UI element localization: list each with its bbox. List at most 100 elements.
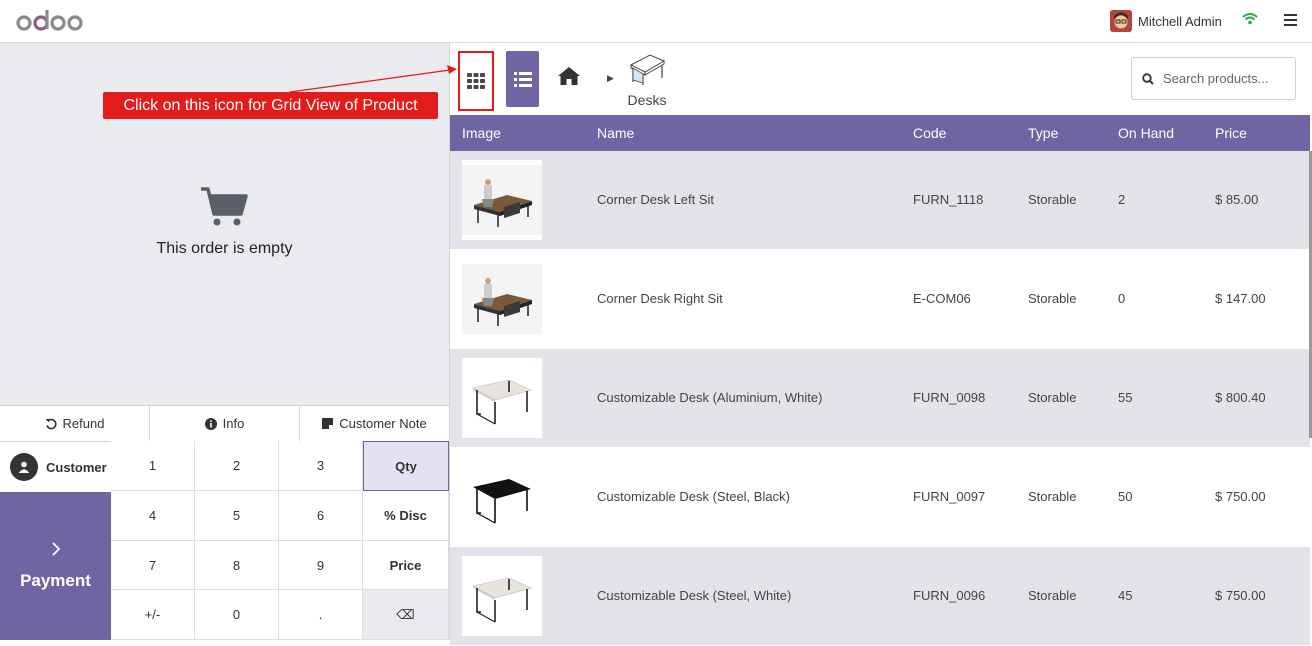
info-button[interactable]: Info [150,406,300,441]
product-type: Storable [1028,588,1077,603]
column-header-name: Name [597,125,635,141]
chevron-right-icon [51,542,60,556]
note-icon [322,418,334,429]
numpad-key-qty[interactable]: Qty [363,441,449,491]
column-header-price: Price [1215,125,1247,141]
product-code: FURN_1118 [913,192,984,207]
product-name: Customizable Desk (Steel, White) [597,588,792,603]
numpad-key-9[interactable]: 9 [279,541,363,590]
numpad-key-8[interactable]: 8 [195,541,279,590]
numpad-key-4[interactable]: 4 [111,491,195,541]
breadcrumb-label: Desks [627,92,667,108]
product-type: Storable [1028,390,1077,405]
product-type: Storable [1028,291,1077,306]
user-icon [10,453,38,481]
product-name: Customizable Desk (Aluminium, White) [597,390,823,405]
customer-label: Customer [46,459,107,475]
table-row[interactable]: Corner Desk Right Sit E-COM06 Storable 0 $ 1… [450,250,1310,349]
search-icon [1142,72,1154,85]
product-code: FURN_0098 [913,390,986,405]
product-name: Corner Desk Right Sit [597,291,723,306]
breadcrumb-desks[interactable]: Desks [622,52,672,108]
product-price: $ 85.00 [1215,192,1259,207]
product-image [462,259,542,339]
customer-note-button[interactable]: Customer Note [300,406,449,441]
wifi-icon [1242,13,1258,25]
product-price: $ 750.00 [1215,489,1266,504]
action-pad: Customer Payment 1 2 3 Qty 4 5 6% Disc 7 8 9 Price… [0,441,449,640]
desk-category-icon [629,54,666,85]
info-label: Info [222,416,245,431]
product-image [462,556,542,636]
product-table-body: Corner Desk Left Sit FURN_1118 Storable 2 $ … [450,151,1310,646]
product-code: FURN_0096 [913,588,986,603]
product-on-hand: 45 [1118,588,1133,603]
product-name: Customizable Desk (Steel, Black) [597,489,790,504]
product-on-hand: 0 [1118,291,1126,306]
product-on-hand: 2 [1118,192,1126,207]
grid-icon [467,73,485,89]
table-row[interactable]: Customizable Desk (Steel, White) FURN_009… [450,547,1310,646]
numpad-key-decimal[interactable]: . [279,590,363,640]
refund-button[interactable]: Refund [0,406,150,441]
odoo-logo [16,10,83,31]
product-price: $ 750.00 [1215,588,1266,603]
table-row[interactable]: Customizable Desk (Steel, Black) FURN_009… [450,448,1310,547]
column-header-type: Type [1028,125,1059,141]
annotation-callout: Click on this icon for Grid View of Prod… [103,92,438,119]
numpad-key-3[interactable]: 3 [279,441,363,491]
list-icon [513,71,532,87]
list-view-button[interactable] [506,51,539,107]
undo-icon [45,418,57,429]
product-image [462,358,542,438]
column-header-code: Code [913,125,947,141]
user-menu[interactable]: Mitchell Admin [1110,10,1222,32]
product-on-hand: 55 [1118,390,1133,405]
order-controls: Refund Info Customer Note [0,405,449,441]
refund-label: Refund [62,416,105,431]
numpad-key-1[interactable]: 1 [111,441,195,491]
product-name: Corner Desk Left Sit [597,192,715,207]
product-code: FURN_0097 [913,489,986,504]
column-header-image: Image [462,125,501,141]
numpad-key-2[interactable]: 2 [195,441,279,491]
product-panel: ▶ Desks Image Name Code Type On Hand Pri… [449,43,1312,646]
column-header-on-hand: On Hand [1118,125,1175,141]
empty-order-text: This order is empty [156,240,293,257]
product-type: Storable [1028,489,1077,504]
payment-button[interactable]: Payment [0,492,111,640]
table-row[interactable]: Corner Desk Left Sit FURN_1118 Storable 2 $ … [450,151,1310,250]
search-box[interactable] [1131,57,1296,100]
product-image [462,457,542,537]
menu-icon[interactable] [1284,14,1297,26]
product-image [462,160,542,240]
grid-view-button[interactable] [458,51,494,111]
home-icon[interactable] [557,66,581,86]
product-on-hand: 50 [1118,489,1133,504]
cart-icon [201,187,248,226]
customer-button[interactable]: Customer [0,441,111,492]
numpad-key-price[interactable]: Price [363,541,449,590]
user-name: Mitchell Admin [1138,13,1222,29]
numpad-key-5[interactable]: 5 [195,491,279,541]
table-row[interactable]: Customizable Desk (Aluminium, White) FURN… [450,349,1310,448]
numpad-key-disc[interactable]: % Disc [363,491,449,541]
payment-label: Payment [20,571,91,590]
numpad: 1 2 3 Qty 4 5 6% Disc 7 8 9 Price +/- 0. ⌫ [111,441,449,640]
user-avatar [1110,10,1132,32]
product-type: Storable [1028,192,1077,207]
numpad-key-plus-minus[interactable]: +/- [111,590,195,640]
numpad-key-7[interactable]: 7 [111,541,195,590]
product-price: $ 800.40 [1215,390,1266,405]
numpad-key-0[interactable]: 0 [195,590,279,640]
search-input[interactable] [1163,71,1283,86]
customer-note-label: Customer Note [339,416,427,431]
breadcrumb-separator-icon: ▶ [607,73,614,83]
numpad-key-6[interactable]: 6 [279,491,363,541]
product-price: $ 147.00 [1215,291,1266,306]
info-icon [204,417,217,430]
product-code: E-COM06 [913,291,971,306]
product-table-header: Image Name Code Type On Hand Price [450,115,1310,151]
top-bar: Mitchell Admin [0,0,1312,43]
numpad-key-backspace[interactable]: ⌫ [363,590,449,640]
